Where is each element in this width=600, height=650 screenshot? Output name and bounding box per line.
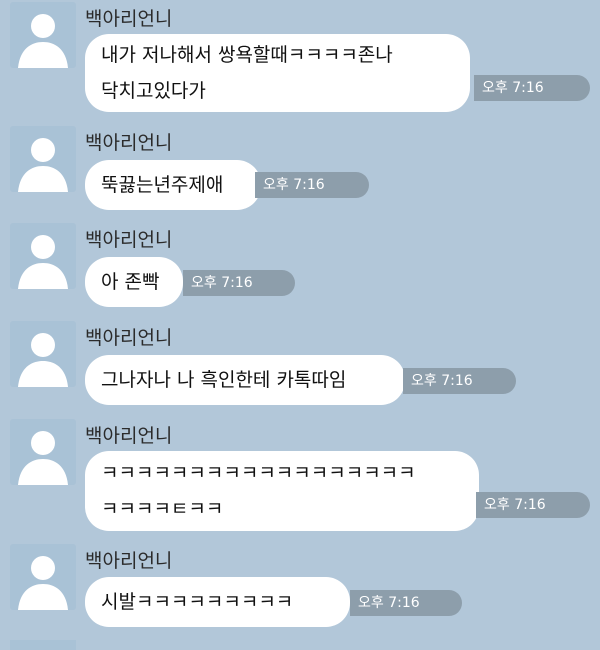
user-silhouette-icon [18,556,68,610]
message-text: ㅋㅋㅋㅋㅋㅋㅋㅋㅋㅋㅋㅋㅋㅋㅋㅋㅋㅋ [101,462,416,484]
user-silhouette-icon [18,235,68,289]
user-silhouette-icon [18,431,68,485]
avatar[interactable] [10,126,76,192]
timestamp-badge: 오후 7:16 [476,492,590,518]
message-text: 아 존빡 [101,271,160,293]
timestamp-badge: 오후 7:16 [403,368,516,394]
message-text: 그나자나 나 흑인한테 카톡따임 [101,369,347,391]
message-text: 시발ㅋㅋㅋㅋㅋㅋㅋㅋㅋ [101,591,294,613]
avatar[interactable] [10,2,76,68]
message-text: 내가 저나해서 쌍욕할때ㅋㅋㅋㅋ존나 [101,44,393,66]
message-bubble[interactable]: 시발ㅋㅋㅋㅋㅋㅋㅋㅋㅋ [85,577,350,627]
message-bubble[interactable]: 아 존빡 [85,257,183,307]
message-bubble[interactable]: ㅋㅋㅋㅋㅋㅋㅋㅋㅋㅋㅋㅋㅋㅋㅋㅋㅋㅋ ㅋㅋㅋㅋㅌㅋㅋ [85,451,479,531]
timestamp-badge: 오후 7:16 [350,590,462,616]
sender-name: 백아리언니 [85,327,173,349]
message-text: 닥치고있다가 [101,80,206,102]
message-bubble[interactable]: 내가 저나해서 쌍욕할때ㅋㅋㅋㅋ존나 닥치고있다가 [85,34,470,112]
sender-name: 백아리언니 [85,8,173,30]
message-text: ㅋㅋㅋㅋㅌㅋㅋ [101,498,224,520]
avatar[interactable] [10,544,76,610]
user-silhouette-icon [18,138,68,192]
avatar[interactable] [10,223,76,289]
message-text: 뚝끓는년주제애 [101,174,224,196]
sender-name: 백아리언니 [85,550,173,572]
avatar [10,640,76,650]
timestamp-badge: 오후 7:16 [255,172,369,198]
message-bubble[interactable]: 그나자나 나 흑인한테 카톡따임 [85,355,405,405]
timestamp-badge: 오후 7:16 [183,270,295,296]
user-silhouette-icon [18,333,68,387]
sender-name: 백아리언니 [85,132,173,154]
message-bubble[interactable]: 뚝끓는년주제애 [85,160,261,210]
user-silhouette-icon [18,14,68,68]
sender-name: 백아리언니 [85,425,173,447]
sender-name: 백아리언니 [85,229,173,251]
avatar[interactable] [10,321,76,387]
timestamp-badge: 오후 7:16 [474,75,590,101]
avatar[interactable] [10,419,76,485]
